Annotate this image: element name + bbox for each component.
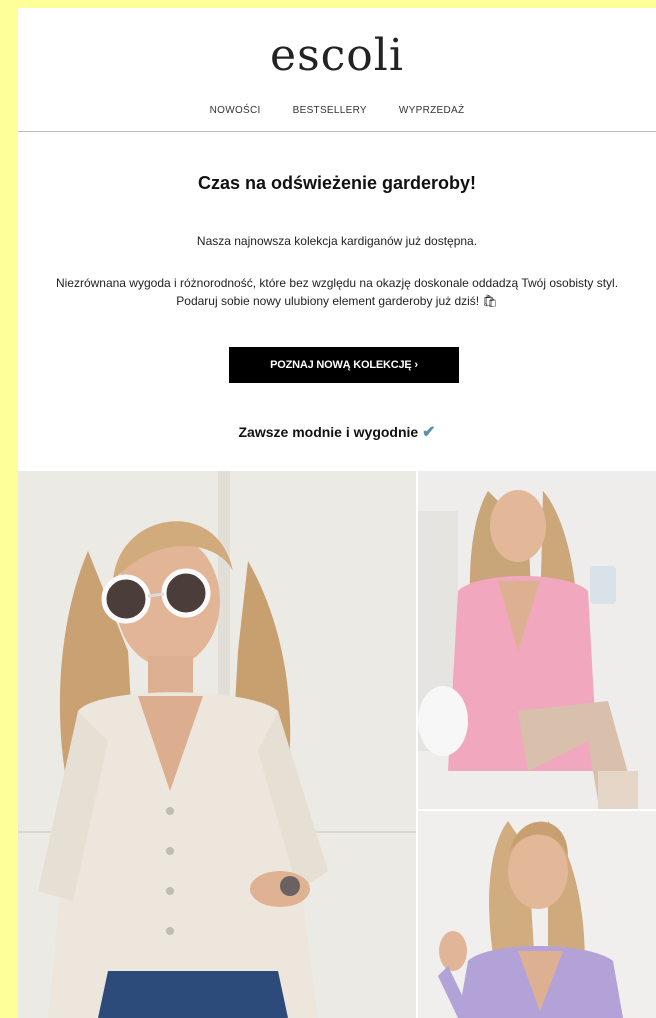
photo-lilac-cardigan[interactable]	[418, 811, 656, 1018]
body-text: Niezrównana wygoda i różnorodność, które…	[55, 276, 619, 308]
nav-item-wyprzedaz[interactable]: WYPRZEDAŻ	[399, 105, 464, 116]
lead-text: Nasza najnowsza kolekcja kardiganów już …	[196, 234, 478, 248]
photo-lilac-cardigan-illustration	[418, 811, 656, 1018]
nav-item-nowosci[interactable]: NOWOŚCI	[210, 105, 261, 116]
brand-logo[interactable]: escoli	[18, 34, 656, 78]
photo-cream-cardigan-illustration	[18, 471, 416, 1018]
header-divider	[18, 131, 656, 132]
photo-pink-cardigan[interactable]	[418, 471, 656, 809]
headline: Czas na odświeżenie garderoby!	[197, 173, 477, 193]
tagline: Zawsze modnie i wygodnie ✔	[18, 422, 656, 442]
photo-pink-cardigan-illustration	[418, 471, 656, 809]
email-frame: escoli NOWOŚCI BESTSELLERY WYPRZEDAŻ Cza…	[18, 8, 656, 1018]
main-nav: NOWOŚCI BESTSELLERY WYPRZEDAŻ	[18, 105, 656, 116]
nav-item-bestsellery[interactable]: BESTSELLERY	[293, 105, 367, 116]
photo-cream-cardigan[interactable]	[18, 471, 416, 1018]
check-icon: ✔	[422, 424, 436, 441]
tagline-text: Zawsze modnie i wygodnie	[238, 424, 419, 440]
new-collection-button[interactable]: POZNAJ NOWĄ KOLEKCJĘ ›	[229, 347, 459, 383]
